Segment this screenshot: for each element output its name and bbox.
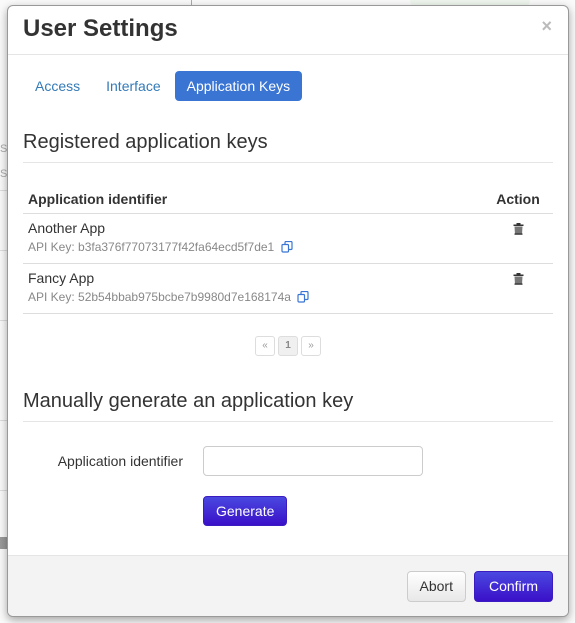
- abort-button[interactable]: Abort: [406, 570, 466, 602]
- modal-footer: Abort Confirm: [8, 555, 568, 616]
- generate-key-heading: Manually generate an application key: [23, 390, 553, 422]
- identifier-form-row: Application identifier: [23, 446, 553, 476]
- copy-icon[interactable]: [297, 290, 309, 306]
- trash-icon[interactable]: [513, 272, 524, 288]
- column-header-identifier: Application identifier: [23, 183, 483, 214]
- identifier-cell: Another App API Key: b3fa376f77073177f42…: [23, 213, 483, 264]
- column-header-action: Action: [483, 183, 553, 214]
- generate-button[interactable]: Generate: [203, 496, 288, 526]
- tab-bar: Access Interface Application Keys: [23, 71, 553, 101]
- modal-body: Access Interface Application Keys Regist…: [8, 55, 568, 556]
- pagination-page-1[interactable]: 1: [278, 336, 298, 356]
- confirm-button[interactable]: Confirm: [473, 570, 553, 602]
- app-name: Another App: [28, 220, 106, 236]
- action-cell: [483, 263, 553, 314]
- table-row: Fancy App API Key: 52b54bbab975bcbe7b998…: [23, 263, 553, 314]
- action-cell: [483, 213, 553, 264]
- tab-application-keys[interactable]: Application Keys: [174, 71, 303, 101]
- api-key-text: API Key: 52b54bbab975bcbe7b9980d7e168174…: [28, 290, 291, 304]
- generate-row: Generate: [23, 496, 553, 526]
- copy-icon[interactable]: [280, 240, 293, 256]
- pagination-prev-button[interactable]: «: [255, 336, 275, 356]
- close-button[interactable]: ×: [541, 17, 552, 35]
- trash-icon[interactable]: [513, 222, 524, 238]
- close-icon: ×: [541, 16, 552, 36]
- pagination: « 1 »: [23, 336, 553, 356]
- tab-access[interactable]: Access: [23, 71, 92, 101]
- api-key-text: API Key: b3fa376f77073177f42fa64ecd5f7de…: [28, 240, 275, 254]
- pagination-next-button[interactable]: »: [301, 336, 321, 356]
- identifier-label: Application identifier: [57, 453, 183, 469]
- application-identifier-input[interactable]: [203, 446, 423, 476]
- user-settings-modal: User Settings × Access Interface Applica…: [7, 5, 569, 617]
- api-key-line: API Key: 52b54bbab975bcbe7b9980d7e168174…: [28, 290, 478, 306]
- modal-header: User Settings ×: [8, 6, 568, 55]
- table-header-row: Application identifier Action: [23, 183, 553, 214]
- application-keys-table: Application identifier Action Another Ap…: [23, 183, 553, 314]
- registered-keys-heading: Registered application keys: [23, 131, 553, 163]
- identifier-cell: Fancy App API Key: 52b54bbab975bcbe7b998…: [23, 263, 483, 314]
- api-key-line: API Key: b3fa376f77073177f42fa64ecd5f7de…: [28, 240, 478, 256]
- tab-interface[interactable]: Interface: [94, 71, 172, 101]
- modal-title: User Settings: [23, 15, 178, 42]
- app-name: Fancy App: [28, 270, 95, 286]
- table-row: Another App API Key: b3fa376f77073177f42…: [23, 213, 553, 264]
